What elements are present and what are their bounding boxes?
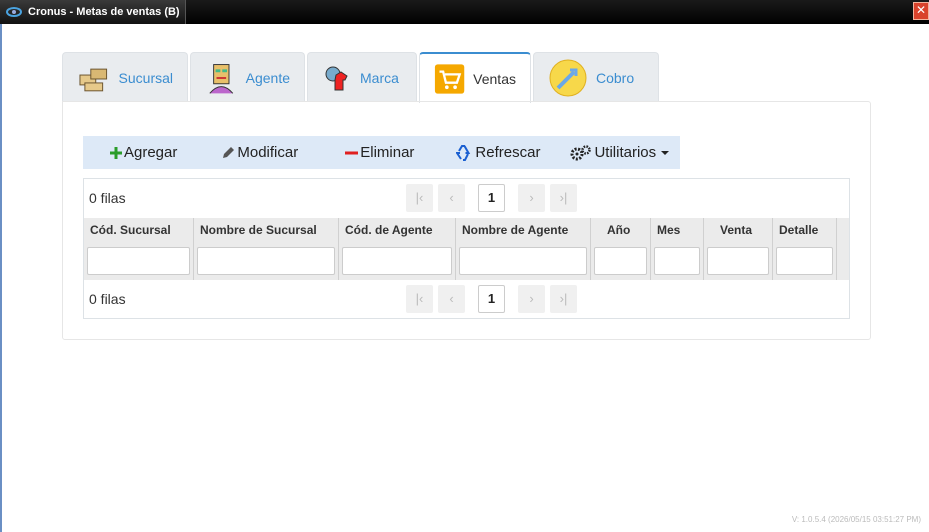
col-cod-sucursal[interactable]: Cód. Sucursal: [84, 218, 194, 242]
col-detalle[interactable]: Detalle: [773, 218, 837, 242]
prev-page-button[interactable]: ‹: [438, 184, 465, 212]
tab-marca[interactable]: Marca: [307, 52, 417, 102]
tab-label: Cobro: [596, 69, 635, 86]
app-icon: [6, 7, 22, 17]
pager-bottom: 0 filas |‹ ‹ 1 › ›|: [84, 280, 849, 318]
filter-cell: [84, 242, 194, 280]
filter-detalle-input[interactable]: [776, 247, 833, 275]
page-number[interactable]: 1: [478, 184, 505, 212]
tab-ventas[interactable]: Ventas: [419, 52, 531, 103]
recycle-icon: [456, 144, 471, 161]
caret-down-icon: [661, 150, 670, 155]
first-page-button[interactable]: |‹: [406, 285, 433, 313]
filter-anio-input[interactable]: [594, 247, 647, 275]
col-nombre-agente[interactable]: Nombre de Agente: [456, 218, 591, 242]
prev-page-button[interactable]: ‹: [438, 285, 465, 313]
filter-mes-input[interactable]: [654, 247, 700, 275]
utilities-dropdown[interactable]: Utilitarios: [570, 136, 672, 169]
pager-top: 0 filas |‹ ‹ 1 › ›|: [84, 179, 849, 217]
delete-button[interactable]: Eliminar: [345, 136, 414, 169]
col-mes[interactable]: Mes: [651, 218, 704, 242]
version-label: V: 1.0.5.4 (2026/05/15 03:51:27 PM): [791, 515, 921, 524]
toolbar: Agregar Modificar Eliminar Refrescar Uti…: [83, 136, 680, 169]
agent-icon: [209, 63, 234, 94]
pencil-icon: [223, 146, 235, 158]
filter-row: [84, 242, 849, 280]
edit-label: Modificar: [237, 144, 299, 161]
tab-sucursal[interactable]: Sucursal: [62, 52, 188, 102]
col-cod-agente[interactable]: Cód. de Agente: [339, 218, 456, 242]
gears-icon: [570, 144, 592, 160]
filter-venta-input[interactable]: [707, 247, 769, 275]
add-label: Agregar: [124, 144, 178, 161]
last-page-button[interactable]: ›|: [550, 285, 577, 313]
row-count: 0 filas: [89, 291, 126, 307]
filter-nombre-sucursal-input[interactable]: [197, 247, 335, 275]
filter-nombre-agente-input[interactable]: [459, 247, 587, 275]
coin-icon: [549, 59, 587, 96]
filter-cell: [591, 242, 651, 280]
filter-cell: [194, 242, 339, 280]
col-anio[interactable]: Año: [591, 218, 651, 242]
window-caption: Cronus - Metas de ventas (B): [0, 0, 186, 24]
filter-cell: [651, 242, 704, 280]
tab-label: Agente: [245, 69, 290, 86]
filter-cod-sucursal-input[interactable]: [87, 247, 190, 275]
tab-bar: Sucursal Agente Marca Ventas Cobro: [62, 52, 661, 103]
refresh-label: Refrescar: [475, 144, 541, 161]
tab-label: Marca: [360, 69, 399, 86]
page-number[interactable]: 1: [478, 285, 505, 313]
window-border: [0, 24, 2, 532]
filter-cell: [456, 242, 591, 280]
utilities-label: Utilitarios: [594, 144, 657, 161]
first-page-button[interactable]: |‹: [406, 184, 433, 212]
next-page-button[interactable]: ›: [518, 184, 545, 212]
cart-icon: [434, 63, 465, 94]
row-count: 0 filas: [89, 190, 126, 206]
building-icon: [79, 68, 108, 91]
delete-label: Eliminar: [360, 144, 415, 161]
brand-icon: [325, 66, 348, 90]
data-grid: 0 filas |‹ ‹ 1 › ›| Cód. Sucursal Nombre…: [83, 178, 850, 319]
last-page-button[interactable]: ›|: [550, 184, 577, 212]
filter-cell: [339, 242, 456, 280]
add-button[interactable]: Agregar: [110, 136, 177, 169]
next-page-button[interactable]: ›: [518, 285, 545, 313]
col-venta[interactable]: Venta: [704, 218, 773, 242]
title-bar: Cronus - Metas de ventas (B) ✕: [0, 0, 929, 24]
close-button[interactable]: ✕: [913, 2, 929, 20]
grid-header: Cód. Sucursal Nombre de Sucursal Cód. de…: [84, 218, 849, 242]
tab-label: Ventas: [473, 70, 516, 87]
tab-agente[interactable]: Agente: [190, 52, 305, 102]
minus-icon: [345, 151, 359, 154]
filter-cod-agente-input[interactable]: [342, 247, 452, 275]
refresh-button[interactable]: Refrescar: [456, 136, 540, 169]
col-nombre-sucursal[interactable]: Nombre de Sucursal: [194, 218, 339, 242]
window-title: Cronus - Metas de ventas (B): [28, 6, 180, 18]
edit-button[interactable]: Modificar: [221, 136, 298, 169]
filter-cell: [704, 242, 773, 280]
plus-icon: [110, 146, 122, 159]
filter-cell: [773, 242, 837, 280]
tab-cobro[interactable]: Cobro: [533, 52, 659, 102]
tab-label: Sucursal: [118, 69, 173, 86]
